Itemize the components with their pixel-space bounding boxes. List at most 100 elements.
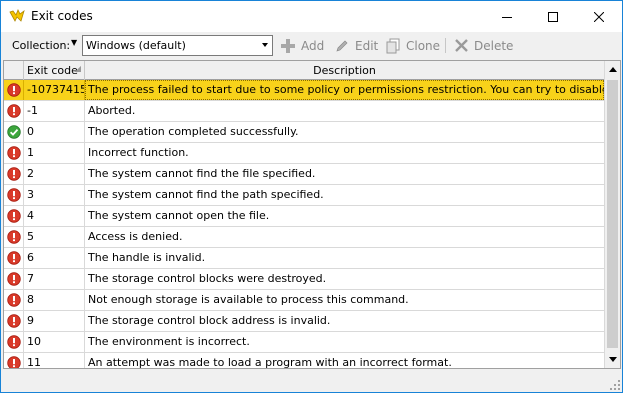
description-cell: Aborted. bbox=[88, 104, 136, 117]
error-exclamation-icon bbox=[4, 269, 24, 289]
exit-code-cell: -10737415 bbox=[24, 80, 85, 100]
exit-code-cell: 8 bbox=[24, 290, 85, 310]
scroll-up-button[interactable] bbox=[605, 61, 620, 78]
close-button[interactable] bbox=[576, 1, 622, 32]
resize-grip-icon[interactable] bbox=[610, 380, 620, 390]
sort-indicator-icon: ◢ bbox=[74, 64, 81, 73]
error-exclamation-icon bbox=[4, 227, 24, 247]
table-row[interactable]: 10 The environment is incorrect. bbox=[4, 332, 604, 353]
error-exclamation-icon bbox=[4, 164, 24, 184]
toolbar-separator bbox=[445, 38, 446, 53]
description-cell: An attempt was made to load a program wi… bbox=[88, 356, 452, 369]
table-row[interactable]: 8 Not enough storage is available to proc… bbox=[4, 290, 604, 311]
error-exclamation-icon bbox=[4, 332, 24, 352]
error-exclamation-icon bbox=[4, 206, 24, 226]
add-button-label: Add bbox=[301, 38, 325, 53]
description-cell: The system cannot open the file. bbox=[88, 209, 270, 222]
exit-codes-window: Exit codes Collection: ▼ Windows (defaul… bbox=[0, 0, 623, 393]
description-cell: The system cannot find the path specifie… bbox=[88, 188, 324, 201]
collection-label: Collection: bbox=[12, 39, 71, 52]
table-row[interactable]: 6 The handle is invalid. bbox=[4, 248, 604, 269]
table-row[interactable]: 9 The storage control block address is in… bbox=[4, 311, 604, 332]
description-cell: The handle is invalid. bbox=[88, 251, 206, 264]
delete-x-icon bbox=[453, 38, 469, 54]
error-exclamation-icon bbox=[4, 101, 24, 121]
table-row[interactable]: 7 The storage control blocks were destroy… bbox=[4, 269, 604, 290]
plus-icon bbox=[280, 38, 296, 54]
table-row[interactable]: -10737415 The process failed to start due… bbox=[4, 80, 604, 101]
error-exclamation-icon bbox=[4, 290, 24, 310]
table-body: -10737415 The process failed to start due… bbox=[4, 80, 604, 369]
close-icon bbox=[594, 11, 604, 22]
scroll-down-button[interactable] bbox=[605, 351, 620, 368]
exit-code-column-header[interactable]: Exit code ◢ bbox=[24, 61, 85, 80]
description-column-header[interactable]: Description bbox=[85, 61, 604, 80]
collection-select[interactable]: Windows (default) bbox=[82, 35, 273, 56]
table-row[interactable]: 3 The system cannot find the path specifi… bbox=[4, 185, 604, 206]
description-cell: Access is denied. bbox=[88, 230, 183, 243]
delete-button[interactable]: Delete bbox=[453, 36, 513, 55]
scroll-up-arrow-icon bbox=[609, 67, 617, 72]
delete-button-label: Delete bbox=[474, 38, 514, 53]
exit-code-cell: 10 bbox=[24, 332, 85, 352]
maximize-button[interactable] bbox=[530, 1, 576, 32]
exit-code-cell: 5 bbox=[24, 227, 85, 247]
error-exclamation-icon bbox=[4, 248, 24, 268]
exit-code-cell: 3 bbox=[24, 185, 85, 205]
minimize-button[interactable] bbox=[484, 1, 530, 32]
table-row[interactable]: 0 The operation completed successfully. bbox=[4, 122, 604, 143]
exit-code-cell: 9 bbox=[24, 311, 85, 331]
error-exclamation-icon bbox=[4, 185, 24, 205]
table-row[interactable]: -1 Aborted. bbox=[4, 101, 604, 122]
exit-code-cell: 0 bbox=[24, 122, 85, 142]
copy-icon bbox=[385, 38, 401, 54]
window-title: Exit codes bbox=[31, 9, 93, 23]
exit-code-cell: 6 bbox=[24, 248, 85, 268]
scrollbar-thumb[interactable] bbox=[607, 80, 618, 348]
add-button[interactable]: Add bbox=[280, 36, 324, 55]
table-row[interactable]: 4 The system cannot open the file. bbox=[4, 206, 604, 227]
vertical-scrollbar[interactable] bbox=[604, 61, 620, 368]
status-column-header[interactable] bbox=[4, 61, 24, 80]
description-cell: The operation completed successfully. bbox=[88, 125, 299, 138]
exit-codes-app-icon bbox=[9, 9, 25, 22]
exit-code-cell: 7 bbox=[24, 269, 85, 289]
exit-code-cell: 4 bbox=[24, 206, 85, 226]
error-exclamation-icon bbox=[4, 80, 24, 100]
edit-button-label: Edit bbox=[355, 38, 379, 53]
table-row[interactable]: 5 Access is denied. bbox=[4, 227, 604, 248]
table-row[interactable]: 2 The system cannot find the file specifi… bbox=[4, 164, 604, 185]
collection-menu-caret-icon[interactable]: ▼ bbox=[71, 38, 77, 47]
maximize-icon bbox=[548, 11, 558, 22]
toolbar: Collection: ▼ Windows (default) Add Edit… bbox=[1, 32, 622, 58]
description-cell: The process failed to start due to some … bbox=[85, 80, 604, 100]
exit-code-cell: 11 bbox=[24, 353, 85, 368]
error-exclamation-icon bbox=[4, 143, 24, 163]
exit-codes-table[interactable]: Exit code ◢ Description -10737415 The pro… bbox=[3, 60, 621, 369]
clone-button[interactable]: Clone bbox=[385, 36, 440, 55]
exit-code-cell: -1 bbox=[24, 101, 85, 121]
pencil-icon bbox=[334, 38, 350, 54]
edit-button[interactable]: Edit bbox=[334, 36, 378, 55]
status-bar bbox=[1, 371, 622, 392]
minimize-icon bbox=[502, 16, 512, 18]
exit-code-cell: 2 bbox=[24, 164, 85, 184]
description-cell: The storage control blocks were destroye… bbox=[88, 272, 327, 285]
exit-code-cell: 1 bbox=[24, 143, 85, 163]
description-cell: The storage control block address is inv… bbox=[88, 314, 331, 327]
description-cell: Incorrect function. bbox=[88, 146, 189, 159]
table-header: Exit code ◢ Description bbox=[4, 61, 604, 80]
description-cell: The system cannot find the file specifie… bbox=[88, 167, 316, 180]
chevron-down-icon[interactable] bbox=[262, 43, 268, 47]
description-cell: The environment is incorrect. bbox=[88, 335, 250, 348]
title-bar[interactable]: Exit codes bbox=[1, 1, 622, 32]
collection-select-value: Windows (default) bbox=[86, 39, 186, 52]
scroll-down-arrow-icon bbox=[609, 357, 617, 362]
success-check-icon bbox=[4, 122, 24, 142]
description-cell: Not enough storage is available to proce… bbox=[88, 293, 409, 306]
exit-code-header-label: Exit code bbox=[27, 64, 78, 77]
table-row[interactable]: 1 Incorrect function. bbox=[4, 143, 604, 164]
error-exclamation-icon bbox=[4, 311, 24, 331]
error-exclamation-icon bbox=[4, 353, 24, 368]
table-row[interactable]: 11 An attempt was made to load a program … bbox=[4, 353, 604, 369]
